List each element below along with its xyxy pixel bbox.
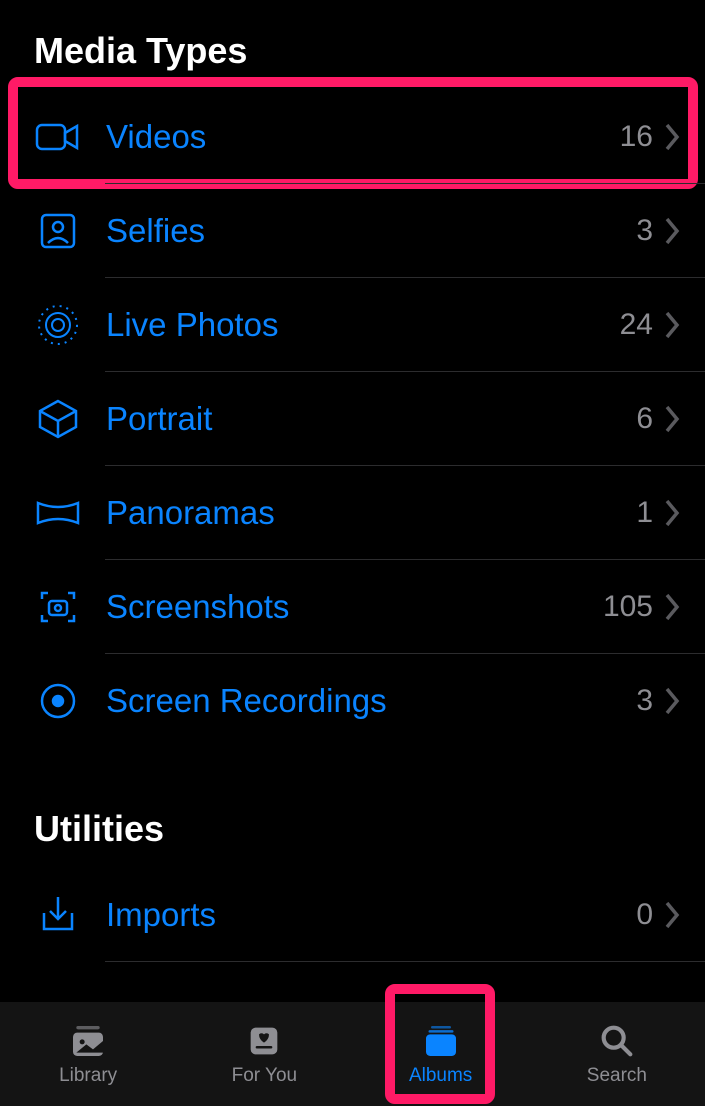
panoramas-icon [34, 489, 82, 537]
chevron-right-icon [663, 122, 681, 152]
section-title-media-types: Media Types [0, 10, 705, 90]
portrait-icon [34, 395, 82, 443]
tab-albums[interactable]: Albums [366, 1021, 516, 1087]
chevron-right-icon [663, 592, 681, 622]
row-count: 3 [636, 214, 653, 248]
chevron-right-icon [663, 310, 681, 340]
chevron-right-icon [663, 216, 681, 246]
tab-label: For You [232, 1065, 298, 1087]
tab-bar: Library For You Albums Search [0, 1002, 705, 1106]
row-live-photos[interactable]: Live Photos 24 [0, 278, 705, 372]
row-count: 105 [603, 590, 653, 624]
tab-label: Albums [409, 1065, 472, 1087]
row-count: 24 [620, 308, 653, 342]
chevron-right-icon [663, 686, 681, 716]
row-label: Videos [106, 118, 620, 156]
chevron-right-icon [663, 900, 681, 930]
row-count: 3 [636, 684, 653, 718]
row-imports[interactable]: Imports 0 [0, 868, 705, 962]
row-label: Panoramas [106, 494, 636, 532]
row-panoramas[interactable]: Panoramas 1 [0, 466, 705, 560]
row-count: 0 [636, 898, 653, 932]
row-label: Screen Recordings [106, 682, 636, 720]
screenshots-icon [34, 583, 82, 631]
live-photos-icon [34, 301, 82, 349]
tab-search[interactable]: Search [542, 1021, 692, 1087]
row-count: 6 [636, 402, 653, 436]
chevron-right-icon [663, 498, 681, 528]
row-count: 1 [636, 496, 653, 530]
tab-label: Library [59, 1065, 117, 1087]
tab-label: Search [587, 1065, 647, 1087]
chevron-right-icon [663, 404, 681, 434]
row-count: 16 [620, 120, 653, 154]
row-portrait[interactable]: Portrait 6 [0, 372, 705, 466]
screen-recordings-icon [34, 677, 82, 725]
row-label: Live Photos [106, 306, 620, 344]
row-label: Imports [106, 896, 636, 934]
row-selfies[interactable]: Selfies 3 [0, 184, 705, 278]
row-label: Selfies [106, 212, 636, 250]
row-label: Screenshots [106, 588, 603, 626]
row-label: Portrait [106, 400, 636, 438]
selfies-icon [34, 207, 82, 255]
row-screen-recordings[interactable]: Screen Recordings 3 [0, 654, 705, 748]
imports-icon [34, 891, 82, 939]
row-videos[interactable]: Videos 16 [0, 90, 705, 184]
video-icon [34, 113, 82, 161]
row-screenshots[interactable]: Screenshots 105 [0, 560, 705, 654]
tab-for-you[interactable]: For You [189, 1021, 339, 1087]
tab-library[interactable]: Library [13, 1021, 163, 1087]
section-title-utilities: Utilities [0, 788, 705, 868]
